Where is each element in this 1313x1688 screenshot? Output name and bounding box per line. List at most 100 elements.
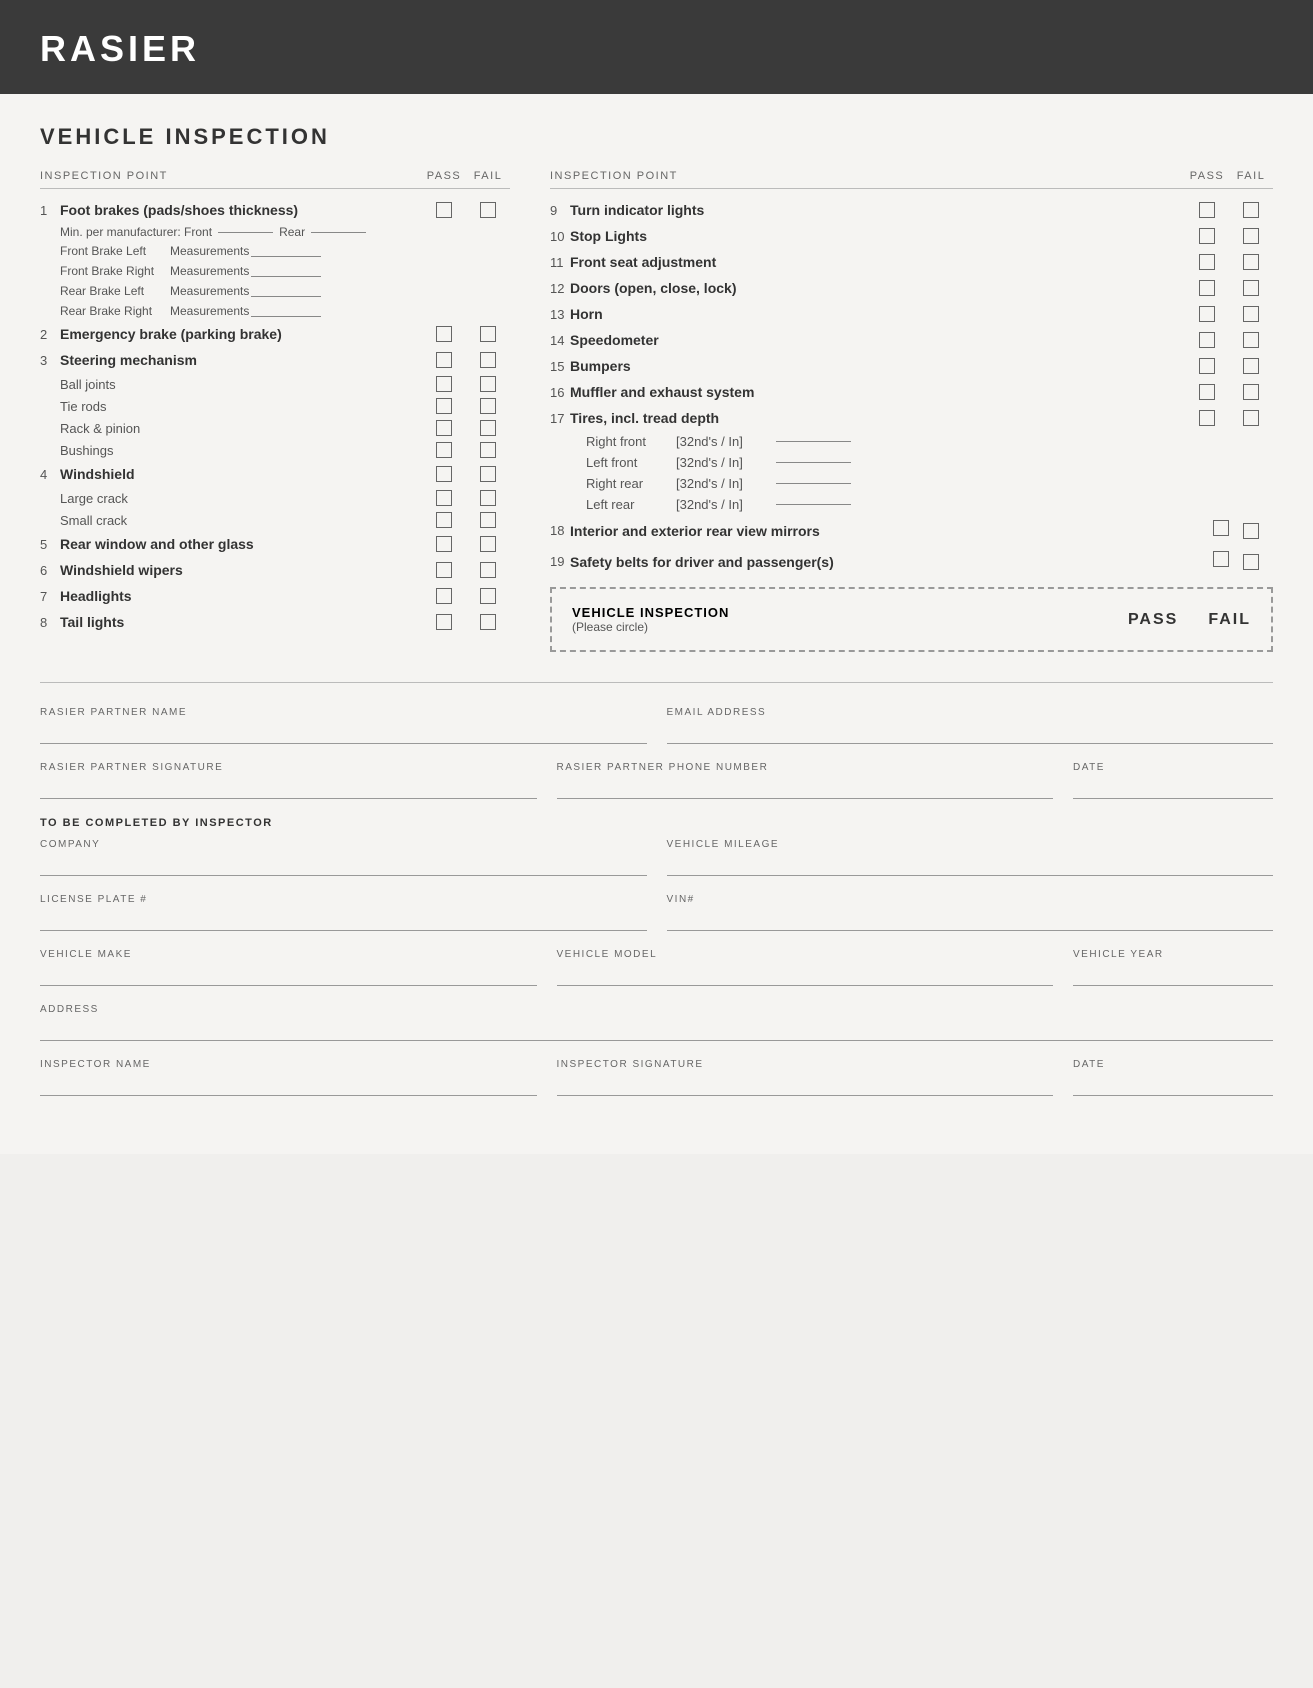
item-1-fail-checkbox[interactable] xyxy=(480,202,496,218)
item-19-fail-checkbox[interactable] xyxy=(1243,554,1259,570)
item-11-number: 11 xyxy=(550,255,566,270)
item-17: 17 Tires, incl. tread depth xyxy=(550,405,1273,431)
item-19-fail xyxy=(1229,554,1273,570)
item-16-number: 16 xyxy=(550,385,566,400)
ball-joints-fail-checkbox[interactable] xyxy=(480,376,496,392)
item-13-fail xyxy=(1229,306,1273,322)
model-line[interactable] xyxy=(557,964,1054,986)
tie-rods-fail-checkbox[interactable] xyxy=(480,398,496,414)
bushings-pass-checkbox[interactable] xyxy=(436,442,452,458)
date2-line[interactable] xyxy=(1073,1074,1273,1096)
rack-pinion-pass-checkbox[interactable] xyxy=(436,420,452,436)
company-line[interactable] xyxy=(40,854,647,876)
item-11-fail-checkbox[interactable] xyxy=(1243,254,1259,270)
bushings-fail-checkbox[interactable] xyxy=(480,442,496,458)
right-rear-label: Right rear xyxy=(586,476,676,491)
tie-rods-pass-checkbox[interactable] xyxy=(436,398,452,414)
item-6-fail-checkbox[interactable] xyxy=(480,562,496,578)
item-15-fail-checkbox[interactable] xyxy=(1243,358,1259,374)
rack-pinion-label: Rack & pinion xyxy=(60,421,422,436)
rack-pinion-fail-checkbox[interactable] xyxy=(480,420,496,436)
mileage-line[interactable] xyxy=(667,854,1274,876)
item-3-fail-checkbox[interactable] xyxy=(480,352,496,368)
item-7-fail-checkbox[interactable] xyxy=(480,588,496,604)
item-13-fail-checkbox[interactable] xyxy=(1243,306,1259,322)
ball-joints-pass-checkbox[interactable] xyxy=(436,376,452,392)
item-8-pass-checkbox[interactable] xyxy=(436,614,452,630)
item-12-label: Doors (open, close, lock) xyxy=(570,280,1185,296)
item-17-pass-checkbox[interactable] xyxy=(1199,410,1215,426)
item-14-pass-checkbox[interactable] xyxy=(1199,332,1215,348)
form-row-4: LICENSE PLATE # VIN# xyxy=(40,894,1273,931)
large-crack-label: Large crack xyxy=(60,491,422,506)
large-crack-pass-checkbox[interactable] xyxy=(436,490,452,506)
item-11-pass-checkbox[interactable] xyxy=(1199,254,1215,270)
inspector-sig-line[interactable] xyxy=(557,1074,1054,1096)
rear-brake-right-row: Rear Brake Right Measurements xyxy=(40,301,510,321)
item-2-fail-checkbox[interactable] xyxy=(480,326,496,342)
item-6-pass xyxy=(422,562,466,578)
item-9-pass-checkbox[interactable] xyxy=(1199,202,1215,218)
item-13-label: Horn xyxy=(570,306,1185,322)
item-16-fail-checkbox[interactable] xyxy=(1243,384,1259,400)
item-2-pass-checkbox[interactable] xyxy=(436,326,452,342)
final-fail-option[interactable]: FAIL xyxy=(1208,611,1251,629)
item-13-pass-checkbox[interactable] xyxy=(1199,306,1215,322)
item-18-inline-checkbox[interactable] xyxy=(1213,520,1229,536)
large-crack-fail-checkbox[interactable] xyxy=(480,490,496,506)
item-15-pass-checkbox[interactable] xyxy=(1199,358,1215,374)
item-5-pass-checkbox[interactable] xyxy=(436,536,452,552)
item-4-fail-checkbox[interactable] xyxy=(480,466,496,482)
left-rear-label: Left rear xyxy=(586,497,676,512)
item-16-pass-checkbox[interactable] xyxy=(1199,384,1215,400)
item-9-number: 9 xyxy=(550,203,566,218)
item-12-number: 12 xyxy=(550,281,566,296)
email-line[interactable] xyxy=(667,722,1274,744)
item-13: 13 Horn xyxy=(550,301,1273,327)
item-11-label: Front seat adjustment xyxy=(570,254,1185,270)
right-front-tire: Right front [32nd's / In] xyxy=(550,431,1273,452)
phone-line[interactable] xyxy=(557,777,1054,799)
small-crack-fail-checkbox[interactable] xyxy=(480,512,496,528)
item-1-pass-checkbox[interactable] xyxy=(436,202,452,218)
license-field: LICENSE PLATE # xyxy=(40,894,647,931)
item-10-label: Stop Lights xyxy=(570,228,1185,244)
date1-line[interactable] xyxy=(1073,777,1273,799)
vin-line[interactable] xyxy=(667,909,1274,931)
item-6-pass-checkbox[interactable] xyxy=(436,562,452,578)
item-17-number: 17 xyxy=(550,411,566,426)
item-10: 10 Stop Lights xyxy=(550,223,1273,249)
make-line[interactable] xyxy=(40,964,537,986)
item-10-fail-checkbox[interactable] xyxy=(1243,228,1259,244)
item-14-fail-checkbox[interactable] xyxy=(1243,332,1259,348)
make-label: VEHICLE MAKE xyxy=(40,949,537,960)
item-18-fail-checkbox[interactable] xyxy=(1243,523,1259,539)
partner-name-field: RASIER PARTNER NAME xyxy=(40,707,647,744)
item-4-pass xyxy=(422,466,466,482)
item-19-inline-checkbox[interactable] xyxy=(1213,551,1229,567)
item-12-fail-checkbox[interactable] xyxy=(1243,280,1259,296)
item-9-fail-checkbox[interactable] xyxy=(1243,202,1259,218)
item-4-pass-checkbox[interactable] xyxy=(436,466,452,482)
address-line[interactable] xyxy=(40,1019,1273,1041)
partner-name-line[interactable] xyxy=(40,722,647,744)
year-line[interactable] xyxy=(1073,964,1273,986)
small-crack-pass-checkbox[interactable] xyxy=(436,512,452,528)
item-12-pass-checkbox[interactable] xyxy=(1199,280,1215,296)
phone-field: RASIER PARTNER PHONE NUMBER xyxy=(557,762,1054,799)
item-10-pass-checkbox[interactable] xyxy=(1199,228,1215,244)
model-field: VEHICLE MODEL xyxy=(557,949,1054,986)
license-line[interactable] xyxy=(40,909,647,931)
item-17-fail-checkbox[interactable] xyxy=(1243,410,1259,426)
left-front-unit: [32nd's / In] xyxy=(676,455,776,470)
final-pass-option[interactable]: PASS xyxy=(1128,611,1178,629)
item-3-pass-checkbox[interactable] xyxy=(436,352,452,368)
item-5-fail-checkbox[interactable] xyxy=(480,536,496,552)
item-7-pass-checkbox[interactable] xyxy=(436,588,452,604)
right-column: INSPECTION POINT PASS FAIL 9 Turn indica… xyxy=(530,170,1273,652)
item-8-fail-checkbox[interactable] xyxy=(480,614,496,630)
inspector-name-line[interactable] xyxy=(40,1074,537,1096)
signature-line[interactable] xyxy=(40,777,537,799)
item-1-number: 1 xyxy=(40,203,56,218)
item-19: 19 Safety belts for driver and passenger… xyxy=(550,546,1273,577)
